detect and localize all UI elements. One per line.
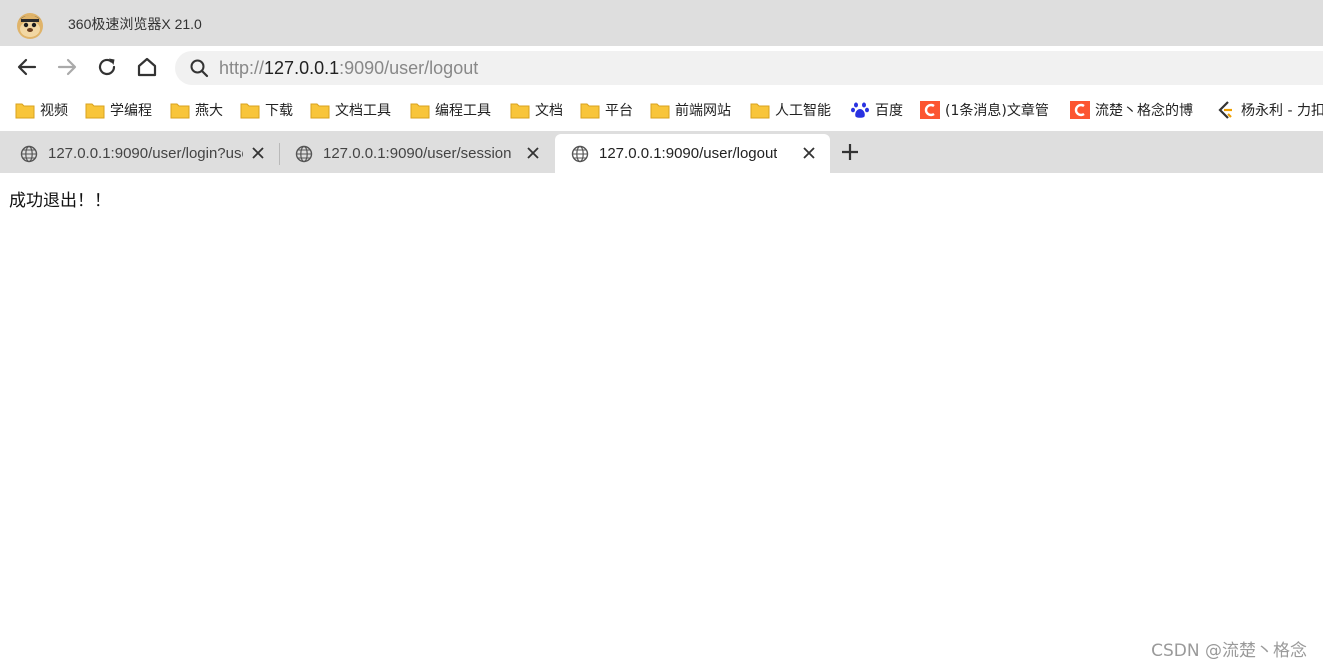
tab-title: 127.0.0.1:9090/user/session <box>323 145 512 162</box>
bookmark-folder[interactable]: 文档 <box>510 99 563 121</box>
new-tab-plus-icon[interactable] <box>838 140 862 164</box>
bookmark-label: 编程工具 <box>435 103 491 119</box>
tab-title: 127.0.0.1:9090/user/login?username= <box>48 145 243 162</box>
navigation-toolbar: http://127.0.0.1:9090/user/logout <box>0 46 1323 89</box>
close-icon[interactable] <box>802 146 816 160</box>
csdn-icon <box>920 101 940 119</box>
bookmark-label: 前端网站 <box>675 103 731 119</box>
reload-icon <box>98 58 116 76</box>
bookmark-label: 流楚丶格念的博 <box>1095 103 1193 119</box>
bookmark-link[interactable]: 百度 <box>850 99 903 121</box>
folder-icon <box>510 103 530 119</box>
folder-icon <box>580 103 600 119</box>
folder-icon <box>750 103 770 119</box>
tab-title: 127.0.0.1:9090/user/logout <box>599 145 778 162</box>
address-bar[interactable]: http://127.0.0.1:9090/user/logout <box>175 51 1323 85</box>
window-title: 360极速浏览器X 21.0 <box>68 16 202 32</box>
folder-icon <box>15 103 35 119</box>
bookmarks-bar: 视频 学编程 燕大 下载 文档工具 编程工具 文档 平台 前端网站 人工智能 百… <box>0 89 1323 131</box>
globe-icon <box>295 145 313 162</box>
bookmark-label: 百度 <box>875 103 903 119</box>
folder-icon <box>240 103 260 119</box>
bookmark-folder[interactable]: 编程工具 <box>410 99 491 121</box>
folder-icon <box>310 103 330 119</box>
bookmark-folder[interactable]: 前端网站 <box>650 99 731 121</box>
bookmark-folder[interactable]: 学编程 <box>85 99 152 121</box>
reload-button[interactable] <box>95 55 121 81</box>
home-button[interactable] <box>135 55 161 81</box>
url-text[interactable]: http://127.0.0.1:9090/user/logout <box>219 58 478 79</box>
folder-icon <box>410 103 430 119</box>
tab-logout[interactable]: 127.0.0.1:9090/user/logout <box>555 134 830 173</box>
csdn-icon <box>1070 101 1090 119</box>
folder-icon <box>650 103 670 119</box>
watermark: CSDN @流楚丶格念 <box>1151 641 1307 661</box>
bookmark-link[interactable]: 杨永利 - 力扣 <box>1216 99 1323 121</box>
bookmark-folder[interactable]: 视频 <box>15 99 68 121</box>
bookmark-label: 视频 <box>40 103 68 119</box>
bookmark-label: 平台 <box>605 103 633 119</box>
leetcode-icon <box>1218 101 1232 119</box>
title-bar: 360极速浏览器X 21.0 <box>0 0 1323 46</box>
back-button[interactable] <box>15 55 41 81</box>
arrow-right-icon <box>57 58 77 76</box>
forward-button[interactable] <box>55 55 81 81</box>
bookmark-folder[interactable]: 燕大 <box>170 99 223 121</box>
tab-login[interactable]: 127.0.0.1:9090/user/login?username= <box>0 134 279 173</box>
close-icon[interactable] <box>251 146 265 160</box>
bookmark-link[interactable]: 流楚丶格念的博 <box>1070 99 1193 121</box>
bookmark-folder[interactable]: 平台 <box>580 99 633 121</box>
bookmark-label: 杨永利 - 力扣 <box>1241 103 1323 119</box>
url-host: 127.0.0.1 <box>264 58 340 78</box>
bookmark-folder[interactable]: 下载 <box>240 99 293 121</box>
bookmark-label: (1条消息)文章管 <box>945 103 1049 119</box>
bookmark-label: 文档 <box>535 103 563 119</box>
bookmark-label: 燕大 <box>195 103 223 119</box>
baidu-paw-icon <box>851 102 869 118</box>
home-icon <box>137 57 157 77</box>
bookmark-folder[interactable]: 人工智能 <box>750 99 831 121</box>
logout-message: 成功退出！！ <box>9 191 111 211</box>
bookmark-label: 文档工具 <box>335 103 391 119</box>
bookmark-label: 下载 <box>265 103 293 119</box>
bookmark-folder[interactable]: 文档工具 <box>310 99 391 121</box>
url-scheme: http:// <box>219 58 265 78</box>
close-icon[interactable] <box>526 146 540 160</box>
bookmark-link[interactable]: (1条消息)文章管 <box>920 99 1049 121</box>
url-path: :9090/user/logout <box>339 58 479 78</box>
arrow-left-icon <box>17 58 37 76</box>
folder-icon <box>85 103 105 119</box>
app-logo-icon <box>17 13 43 39</box>
globe-icon <box>571 145 589 162</box>
folder-icon <box>170 103 190 119</box>
bookmark-label: 人工智能 <box>775 103 831 119</box>
tab-strip: 127.0.0.1:9090/user/login?username= 127.… <box>0 131 1323 173</box>
globe-icon <box>20 145 38 162</box>
search-icon <box>190 59 209 78</box>
bookmark-label: 学编程 <box>110 103 152 119</box>
tab-session[interactable]: 127.0.0.1:9090/user/session <box>275 134 554 173</box>
